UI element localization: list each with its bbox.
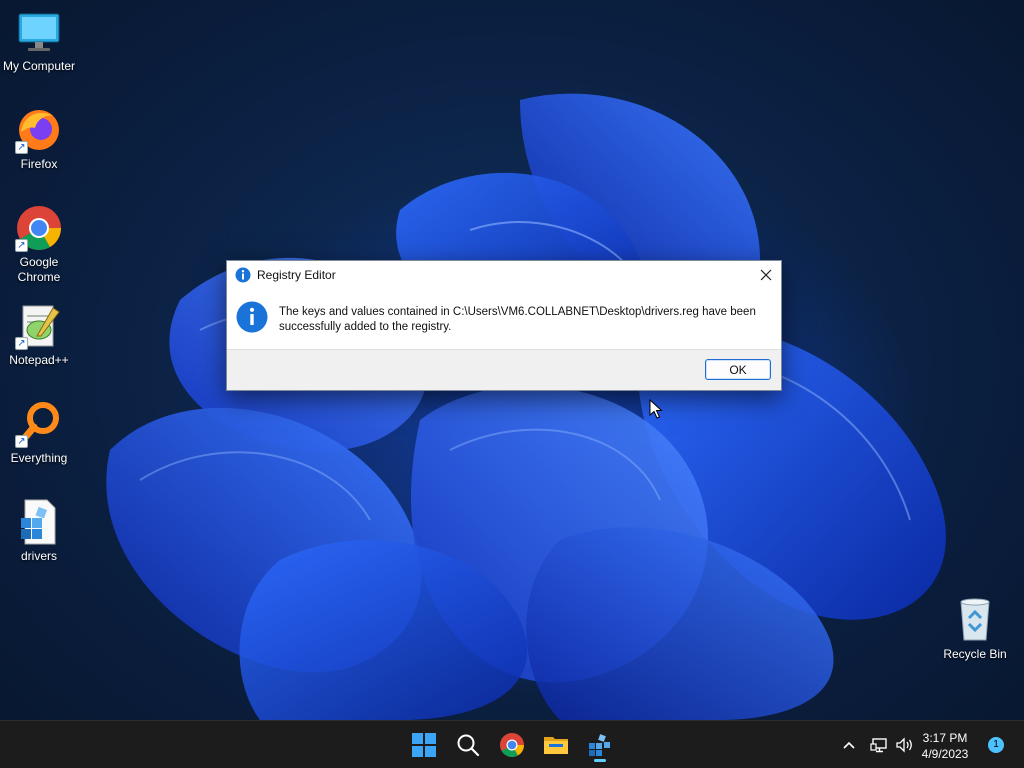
dialog-body: The keys and values contained in C:\User… <box>227 289 781 349</box>
desktop-icon-firefox[interactable]: ↗ Firefox <box>0 106 79 172</box>
desktop-icon-label: Recycle Bin <box>943 647 1007 661</box>
notepadpp-icon: ↗ <box>15 302 63 350</box>
taskbar-registry-editor-button[interactable] <box>582 727 618 763</box>
desktop-icon-label: My Computer <box>2 59 76 73</box>
dialog-titlebar[interactable]: Registry Editor <box>227 261 781 289</box>
dialog-title: Registry Editor <box>257 268 336 282</box>
mouse-cursor-icon <box>649 399 663 419</box>
registry-editor-icon <box>589 734 610 756</box>
desktop: My Computer ↗ Firefox ↗ Google Chrome ↗ … <box>0 0 1024 720</box>
dialog-footer: OK <box>227 349 781 390</box>
chevron-up-icon[interactable] <box>839 735 859 755</box>
taskbar-file-explorer-button[interactable] <box>538 727 574 763</box>
system-clock[interactable]: 3:17 PM 4/9/2023 <box>910 730 980 762</box>
file-explorer-icon <box>544 737 568 754</box>
shortcut-arrow-icon: ↗ <box>15 239 28 252</box>
registry-editor-dialog: Registry Editor The keys and values cont… <box>226 260 782 391</box>
recycle-bin-icon <box>951 596 999 644</box>
start-button[interactable] <box>406 727 442 763</box>
chrome-icon: ↗ <box>15 204 63 252</box>
notification-badge[interactable]: 1 <box>988 737 1004 753</box>
ok-button[interactable]: OK <box>705 359 771 380</box>
everything-search-icon: ↗ <box>15 400 63 448</box>
shortcut-arrow-icon: ↗ <box>15 337 28 350</box>
taskbar: 3:17 PM 4/9/2023 1 <box>0 720 1024 768</box>
clock-time: 3:17 PM <box>922 731 968 745</box>
search-icon <box>457 734 480 757</box>
close-button[interactable] <box>751 261 781 289</box>
taskbar-chrome-button[interactable] <box>494 727 530 763</box>
taskbar-search-button[interactable] <box>450 727 486 763</box>
desktop-icon-drivers[interactable]: drivers <box>0 498 79 564</box>
desktop-icon-recycle-bin[interactable]: Recycle Bin <box>935 596 1015 662</box>
clock-date: 4/9/2023 <box>921 747 969 761</box>
info-icon <box>236 301 268 333</box>
network-icon[interactable] <box>870 735 890 755</box>
start-icon <box>412 733 436 757</box>
desktop-icon-everything[interactable]: ↗ Everything <box>0 400 79 466</box>
firefox-icon: ↗ <box>15 106 63 154</box>
shortcut-arrow-icon: ↗ <box>15 435 28 448</box>
desktop-icon-google-chrome[interactable]: ↗ Google Chrome <box>0 204 79 285</box>
close-icon <box>760 269 772 281</box>
desktop-icon-label: Firefox <box>20 157 58 171</box>
shortcut-arrow-icon: ↗ <box>15 141 28 154</box>
desktop-icon-notepadpp[interactable]: ↗ Notepad++ <box>0 302 79 368</box>
info-icon <box>235 267 251 283</box>
monitor-icon <box>15 8 63 56</box>
registry-file-icon <box>15 498 63 546</box>
desktop-icon-my-computer[interactable]: My Computer <box>0 8 79 74</box>
desktop-icon-label: drivers <box>20 549 57 563</box>
chrome-icon <box>500 733 524 758</box>
desktop-icon-label: Notepad++ <box>9 353 69 367</box>
active-app-indicator <box>594 759 606 762</box>
desktop-icon-label: Google Chrome <box>17 255 61 284</box>
dialog-message: The keys and values contained in C:\User… <box>279 306 756 333</box>
desktop-icon-label: Everything <box>10 451 68 465</box>
